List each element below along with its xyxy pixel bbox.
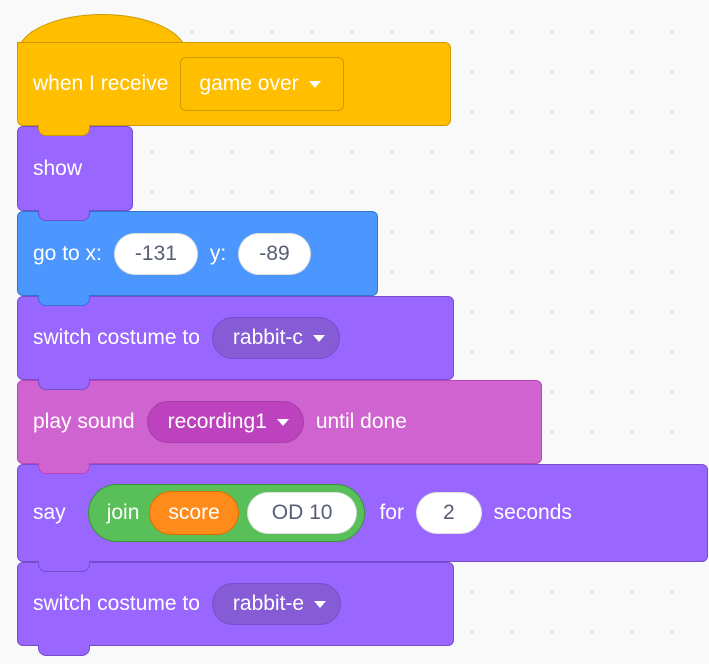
- costume-dropdown[interactable]: rabbit-c: [211, 317, 340, 359]
- seconds-label: seconds: [493, 501, 572, 524]
- block-notch: [38, 645, 90, 656]
- costume-dropdown-value: rabbit-e: [232, 592, 305, 615]
- play-sound-label: play sound: [33, 410, 135, 433]
- when-i-receive-block[interactable]: when I receive game over: [17, 42, 451, 126]
- join-label: join: [106, 501, 140, 524]
- sound-dropdown-value: recording1: [167, 410, 267, 433]
- block-notch: [38, 463, 90, 474]
- y-input[interactable]: -89: [238, 232, 311, 275]
- code-area[interactable]: when I receive game over show go to x: -…: [0, 0, 709, 664]
- costume-dropdown[interactable]: rabbit-e: [211, 583, 342, 625]
- when-i-receive-label: when I receive: [33, 72, 169, 95]
- join-text-input[interactable]: OD 10: [246, 492, 358, 534]
- switch-costume-label: switch costume to: [33, 592, 200, 615]
- say-label: say: [33, 501, 66, 524]
- show-label: show: [33, 156, 83, 180]
- go-to-x-label: go to x:: [33, 241, 102, 265]
- go-to-xy-block[interactable]: go to x: -131 y: -89: [17, 211, 378, 296]
- join-operator[interactable]: join score OD 10: [87, 484, 366, 542]
- block-notch: [38, 125, 90, 136]
- say-for-seconds-block[interactable]: say join score OD 10 for 2 seconds: [17, 464, 708, 562]
- message-dropdown-value: game over: [199, 72, 299, 95]
- message-dropdown[interactable]: game over: [180, 57, 344, 111]
- chevron-down-icon: [276, 418, 289, 426]
- costume-dropdown-value: rabbit-c: [232, 326, 303, 349]
- go-to-y-label: y:: [209, 241, 227, 265]
- chevron-down-icon: [314, 600, 327, 608]
- switch-costume-block[interactable]: switch costume to rabbit-e: [17, 562, 454, 646]
- score-variable-reporter[interactable]: score: [149, 491, 239, 535]
- block-notch: [38, 379, 90, 390]
- sound-dropdown[interactable]: recording1: [146, 401, 304, 443]
- x-input[interactable]: -131: [113, 232, 198, 275]
- chevron-down-icon: [312, 334, 325, 342]
- block-notch: [38, 561, 90, 572]
- switch-costume-label: switch costume to: [33, 326, 200, 349]
- seconds-input[interactable]: 2: [415, 492, 482, 534]
- for-label: for: [379, 501, 404, 524]
- until-done-label: until done: [315, 410, 407, 433]
- chevron-down-icon: [308, 80, 321, 88]
- block-notch: [38, 295, 90, 306]
- switch-costume-block[interactable]: switch costume to rabbit-c: [17, 296, 454, 380]
- play-sound-until-done-block[interactable]: play sound recording1 until done: [17, 380, 542, 464]
- block-notch: [38, 210, 90, 221]
- show-block[interactable]: show: [17, 126, 133, 211]
